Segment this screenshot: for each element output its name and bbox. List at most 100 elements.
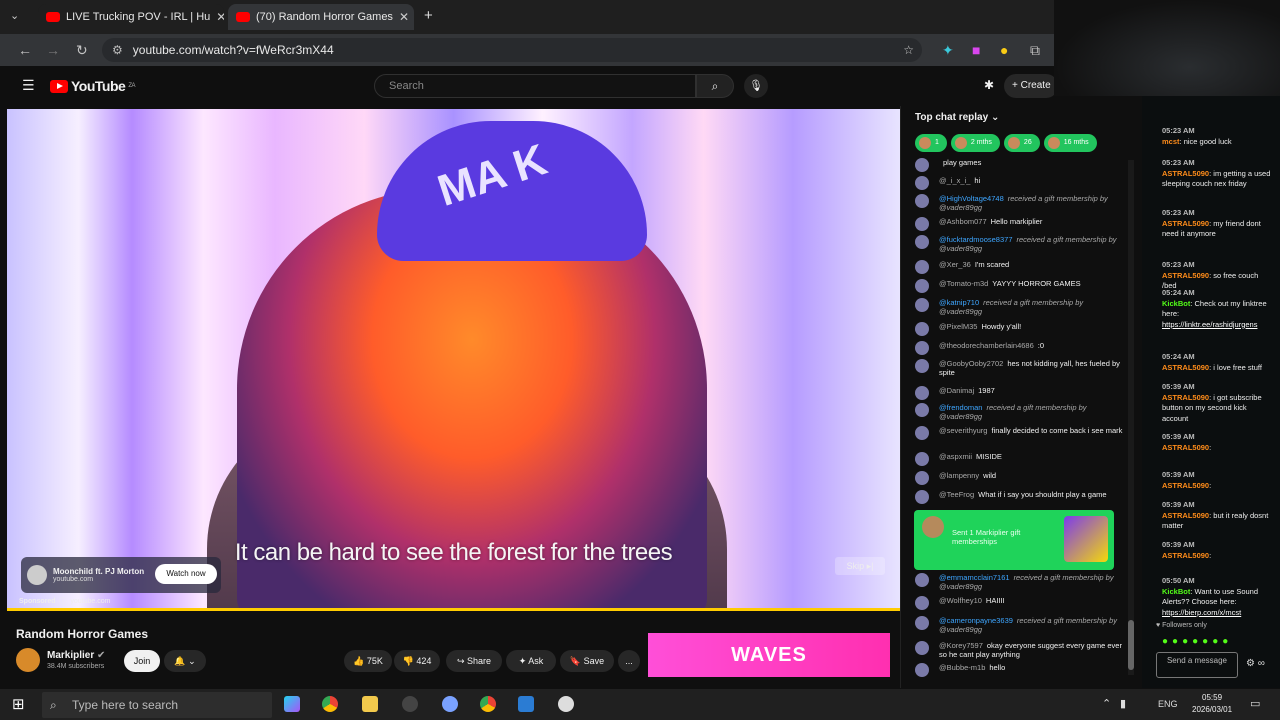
tab-random-horror[interactable]: (70) Random Horror Games ✕ (228, 4, 414, 30)
chat-username[interactable]: @Danimaj (939, 386, 974, 395)
chat-chip[interactable]: 1 (915, 134, 947, 152)
bookmark-star-icon[interactable]: ☆ (903, 43, 914, 57)
youtube-logo[interactable]: YouTube ZA (50, 78, 135, 94)
extension-icon[interactable]: ✦ (942, 42, 954, 59)
channel-avatar[interactable] (16, 648, 40, 672)
chat-username[interactable]: @theodorechamberlain4686 (939, 341, 1034, 350)
share-button[interactable]: ↪ Share (446, 650, 502, 672)
chat-username[interactable]: @lampenny (939, 471, 979, 480)
chat-username[interactable]: @Ashbom077 (939, 217, 987, 226)
notification-center-icon[interactable]: ▭ (1250, 697, 1260, 710)
chrome-icon[interactable] (322, 696, 338, 712)
chat-username[interactable]: @Bubbe-m1b (939, 663, 985, 672)
kick-username[interactable]: ASTRAL5090 (1162, 443, 1209, 452)
app-icon[interactable] (442, 696, 458, 712)
windows-start-icon[interactable]: ⊞ (12, 695, 25, 713)
notifications-icon[interactable]: ✱ (984, 78, 994, 92)
kick-username[interactable]: KickBot (1162, 587, 1190, 596)
kick-username[interactable]: ASTRAL5090 (1162, 363, 1209, 372)
chrome-icon[interactable] (480, 696, 496, 712)
chat-username[interactable]: @GoobyOoby2702 (939, 359, 1003, 368)
chat-username[interactable]: @Korey7597 (939, 641, 983, 650)
skip-ad-button[interactable]: Skip ▸| (835, 557, 885, 575)
video-player[interactable]: MA K It can be hard to see the forest fo… (7, 109, 900, 611)
taskbar-search-input[interactable]: Type here to search (42, 692, 272, 718)
chat-avatar (915, 573, 929, 587)
forward-icon[interactable]: → (46, 42, 60, 58)
send-message-input[interactable]: Send a message (1156, 652, 1238, 678)
extension-icon[interactable]: ● (1000, 42, 1008, 58)
chat-username[interactable]: @emmamcclain7161 (939, 573, 1010, 582)
app-icon[interactable] (558, 696, 574, 712)
new-tab-button[interactable]: + (424, 7, 433, 24)
kick-username[interactable]: ASTRAL5090 (1162, 481, 1209, 490)
copilot-icon[interactable] (284, 696, 300, 712)
obs-icon[interactable] (402, 696, 418, 712)
site-info-icon[interactable]: ⚙ (112, 43, 123, 57)
chat-username[interactable]: @Wolfhey10 (939, 596, 982, 605)
kick-link[interactable]: https://linktr.ee/rashidjurgens (1162, 320, 1257, 329)
search-icon[interactable]: ⌕ (696, 74, 734, 98)
network-icon[interactable]: ▮ (1120, 697, 1126, 710)
tab-search-chevron-icon[interactable]: ⌄ (10, 9, 19, 22)
chat-chip[interactable]: 2 mths (950, 134, 1000, 152)
taskbar-clock[interactable]: 05:59 2026/03/01 (1192, 692, 1232, 716)
chat-username[interactable]: @frendoman (939, 403, 982, 412)
tab-trucking[interactable]: LIVE Trucking POV - IRL | Hu ✕ (38, 4, 224, 30)
chat-username[interactable]: @TeeFrog (939, 490, 974, 499)
chat-username[interactable]: @fucktardmoose8377 (939, 235, 1013, 244)
kick-username[interactable]: ASTRAL5090 (1162, 169, 1209, 178)
chat-username[interactable]: @katnip710 (939, 298, 979, 307)
voice-search-icon[interactable]: 🎙 (744, 74, 768, 98)
channel-name[interactable]: Markiplier ✔ (47, 650, 105, 661)
kick-username[interactable]: ASTRAL5090 (1162, 271, 1209, 280)
save-button[interactable]: 🔖 Save (560, 650, 614, 672)
language-indicator[interactable]: ENG (1158, 699, 1178, 709)
kick-username[interactable]: mcst (1162, 137, 1180, 146)
companion-ad-banner[interactable]: WAVES (648, 633, 890, 677)
join-button[interactable]: Join (124, 650, 160, 672)
close-tab-icon[interactable]: ✕ (399, 10, 409, 24)
chat-username[interactable]: @cameronpayne3639 (939, 616, 1013, 625)
menu-icon[interactable]: ☰ (22, 77, 35, 94)
kick-username[interactable]: ASTRAL5090 (1162, 393, 1209, 402)
kick-username[interactable]: KickBot (1162, 299, 1190, 308)
back-icon[interactable]: ← (18, 42, 32, 58)
ask-button[interactable]: ✦ Ask (506, 650, 556, 672)
chat-username[interactable]: @severithyurg (939, 426, 987, 435)
reload-icon[interactable]: ↻ (76, 42, 88, 59)
chat-scrollbar[interactable] (1128, 160, 1134, 675)
kick-username[interactable]: ASTRAL5090 (1162, 219, 1209, 228)
url-bar[interactable]: ⚙ youtube.com/watch?v=fWeRcr3mX44 ☆ (102, 38, 922, 62)
settings-icon[interactable]: ⚙ ∞ (1246, 658, 1265, 669)
kick-username[interactable]: ASTRAL5090 (1162, 511, 1209, 520)
kick-link[interactable]: https://bierp.com/x/mcst (1162, 608, 1241, 617)
chat-username[interactable]: @PixelM35 (939, 322, 977, 331)
kick-username[interactable]: ASTRAL5090 (1162, 551, 1209, 560)
file-explorer-icon[interactable] (362, 696, 378, 712)
chat-username[interactable]: @_i_x_i_ (939, 176, 970, 185)
chat-chip[interactable]: 26 (1003, 134, 1040, 152)
dislike-button[interactable]: 👎 424 (394, 650, 440, 672)
notification-bell-button[interactable]: 🔔 ⌄ (164, 650, 206, 672)
more-actions-button[interactable]: ... (618, 650, 640, 672)
close-tab-icon[interactable]: ✕ (216, 10, 224, 24)
search-input[interactable]: Search (374, 74, 696, 98)
browser-tab-bar: ⌄ LIVE Trucking POV - IRL | Hu ✕ (70) Ra… (0, 0, 1054, 34)
word-icon[interactable] (518, 696, 534, 712)
chat-username[interactable]: @aspxmii (939, 452, 972, 461)
extensions-puzzle-icon[interactable]: ⧉ (1030, 42, 1040, 59)
chat-chip[interactable]: 16 mths (1043, 134, 1097, 152)
chat-username[interactable]: @Xer_36 (939, 260, 971, 269)
create-button[interactable]: + Create (1004, 74, 1058, 98)
extension-icon[interactable]: ■ (972, 42, 980, 58)
subscriber-count: 38.4M subscribers (47, 663, 105, 670)
chat-scrollbar-thumb[interactable] (1128, 620, 1134, 670)
watch-now-button[interactable]: Watch now (155, 564, 217, 584)
chat-username[interactable]: @HighVoltage4748 (939, 194, 1004, 203)
like-button[interactable]: 👍 75K (344, 650, 392, 672)
kick-timestamp: 05:24 AM (1162, 352, 1195, 361)
tray-chevron-icon[interactable]: ⌃ (1102, 697, 1111, 710)
chat-mode-selector[interactable]: Top chat replay ⌄ (915, 112, 999, 123)
chat-username[interactable]: @Tomato-m3d (939, 279, 988, 288)
